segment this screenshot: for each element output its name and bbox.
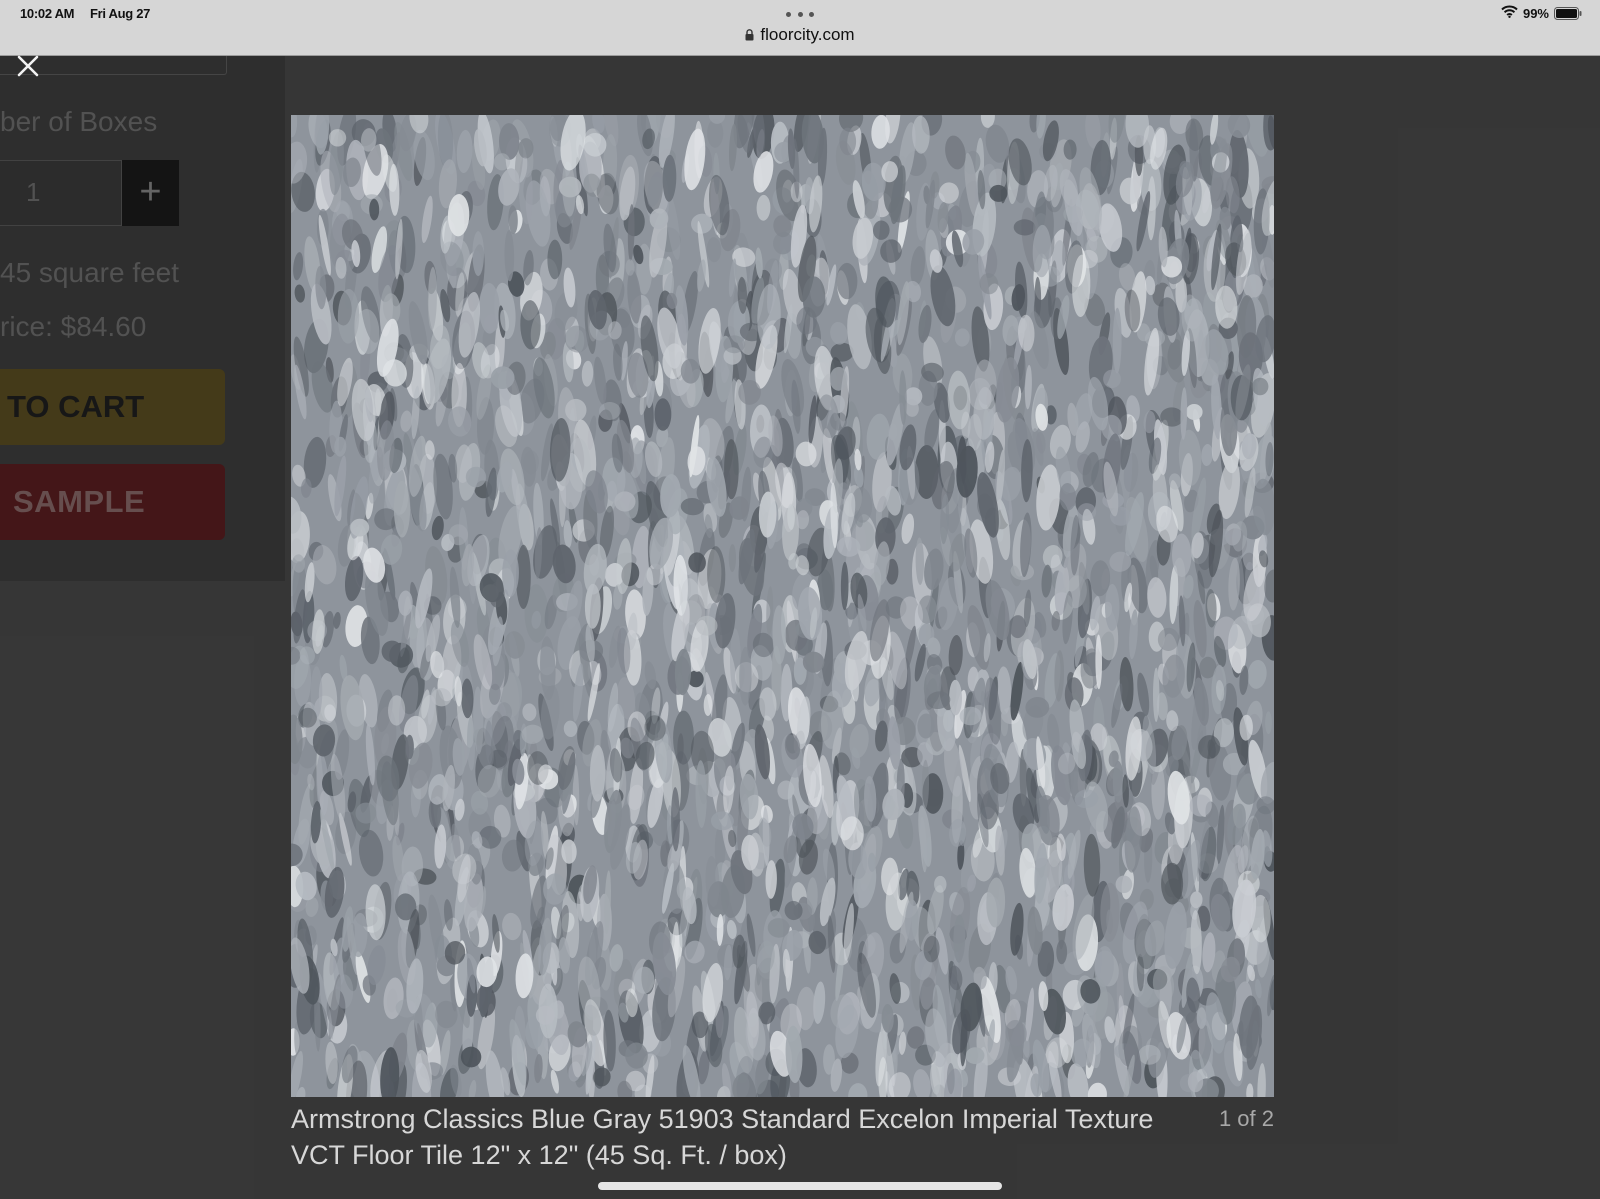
image-caption: Armstrong Classics Blue Gray 51903 Stand… <box>291 1104 1154 1170</box>
status-indicators: 99% <box>1501 5 1582 21</box>
address-bar[interactable]: floorcity.com <box>0 25 1600 45</box>
wifi-icon <box>1501 5 1518 21</box>
status-date: Fri Aug 27 <box>90 6 151 21</box>
url-text: floorcity.com <box>760 25 855 44</box>
close-button[interactable] <box>14 52 42 80</box>
lock-icon <box>745 29 754 41</box>
browser-status-bar: 10:02 AM Fri Aug 27 floorcity.com 99% <box>0 0 1600 56</box>
product-image-vct-tile[interactable] <box>291 115 1274 1097</box>
image-counter: 1 of 2 <box>1218 1106 1274 1131</box>
tile-texture <box>291 115 1274 1097</box>
home-indicator[interactable] <box>598 1182 1002 1190</box>
battery-percent: 99% <box>1522 5 1549 21</box>
battery-icon <box>1554 6 1582 20</box>
status-time: 10:02 AM <box>20 6 75 21</box>
close-icon <box>17 55 39 77</box>
more-dots-icon[interactable] <box>786 11 814 17</box>
